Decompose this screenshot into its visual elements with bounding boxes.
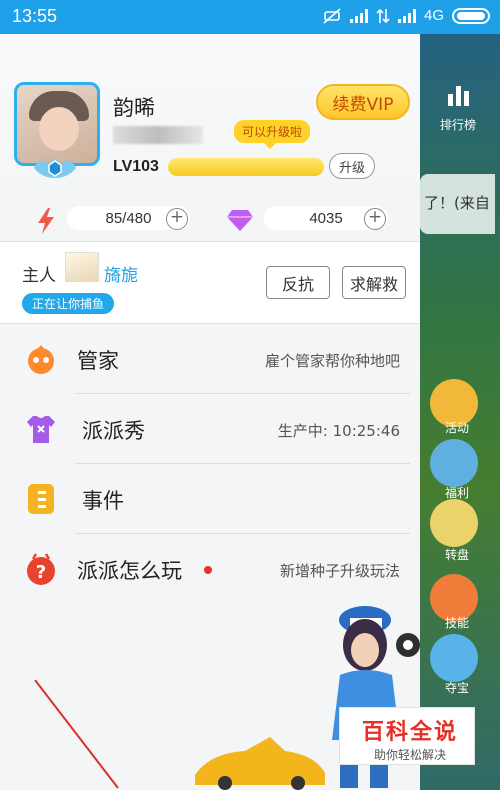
- watermark-title: 百科全说: [362, 720, 459, 745]
- side-label-treasure: 夺宝: [444, 681, 469, 695]
- data-transfer-icon: [376, 8, 390, 23]
- menu-item-show[interactable]: 派派秀 生产中: 10:25:46: [0, 394, 420, 464]
- help-icon: ?: [27, 553, 55, 585]
- event-icon: [28, 484, 54, 514]
- menu-title-show: 派派秀: [82, 419, 145, 443]
- signal-icon: [349, 8, 368, 23]
- menu-title-howto: 派派怎么玩: [77, 559, 182, 583]
- level-progress-bar: [168, 158, 324, 176]
- network-type: 4G: [423, 7, 444, 24]
- add-energy-button[interactable]: +: [166, 208, 188, 230]
- user-id-blurred: [113, 126, 203, 144]
- menu-item-butler[interactable]: 管家 雇个管家帮你种地吧: [0, 324, 420, 394]
- owner-name[interactable]: 旖旎: [104, 261, 138, 286]
- rank-button[interactable]: 排行榜: [428, 84, 488, 144]
- shirt-icon: [27, 416, 55, 443]
- plead-rescue-button[interactable]: 求解救: [342, 266, 406, 299]
- menu-item-events[interactable]: 事件: [0, 464, 420, 534]
- diamond-icon: [227, 210, 253, 231]
- owner-panel: 主人 旖旎 正在让你捕鱼 反抗 求解救: [0, 241, 420, 324]
- message-text: 了！(来自: [424, 194, 490, 212]
- new-dot-indicator: [204, 566, 212, 574]
- menu-desc-butler: 雇个管家帮你种地吧: [264, 352, 400, 370]
- treasure-icon[interactable]: [430, 634, 478, 682]
- rank-label: 排行榜: [439, 118, 476, 132]
- resist-button[interactable]: 反抗: [266, 266, 330, 299]
- watermark-subtitle: 助你轻松解决: [374, 748, 447, 762]
- side-label-skill: 技能: [444, 616, 469, 630]
- side-label-wheel: 转盘: [444, 548, 469, 562]
- status-bar: 13:55 4G: [0, 0, 500, 34]
- red-pointer-line: [34, 680, 119, 789]
- upgrade-tip: 可以升级啦: [234, 120, 311, 149]
- vip-badge-icon: [34, 158, 76, 178]
- signal-icon-2: [397, 8, 416, 23]
- gift-icon[interactable]: [430, 439, 478, 487]
- message-bubble[interactable]: 了！(来自: [420, 174, 495, 234]
- owner-label: 主人: [22, 266, 56, 286]
- menu-desc-howto: 新增种子升级玩法: [279, 562, 400, 580]
- owner-status-badge: 正在让你捕鱼: [22, 293, 115, 314]
- menu-title-butler: 管家: [77, 349, 119, 373]
- yellow-car-illustration: [195, 737, 325, 790]
- menu-desc-show: 生产中: 10:25:46: [277, 422, 400, 440]
- upgrade-button[interactable]: 升级: [329, 153, 375, 179]
- menu-item-howto[interactable]: ? 派派怎么玩 新增种子升级玩法: [0, 534, 420, 604]
- side-label-activity: 活动: [444, 421, 469, 435]
- owner-avatar[interactable]: [65, 252, 99, 282]
- chart-bars-icon: [446, 84, 470, 106]
- status-icons: 4G: [322, 7, 490, 24]
- lightning-icon: [38, 208, 54, 234]
- stats-row: 85/480 + 4035 +: [0, 204, 420, 239]
- avatar-face: [39, 107, 79, 151]
- profile-card: 韵晞 续费VIP 可以升级啦 LV103 升级: [0, 34, 420, 204]
- status-time: 13:55: [12, 6, 58, 26]
- add-diamond-button[interactable]: +: [364, 208, 386, 230]
- svg-text:?: ?: [36, 562, 46, 583]
- vip-renew-button[interactable]: 续费VIP: [316, 84, 410, 120]
- menu-title-events: 事件: [82, 489, 124, 513]
- user-name: 韵晞: [113, 96, 155, 120]
- mute-icon: [323, 7, 341, 24]
- level-progress-fill: [168, 158, 324, 176]
- butler-icon: [28, 345, 54, 374]
- battery-icon: [452, 7, 490, 24]
- watermark-logo: 百科全说 助你轻松解决: [339, 707, 475, 765]
- level-label: LV103: [113, 158, 159, 175]
- wheel-icon[interactable]: [430, 499, 478, 547]
